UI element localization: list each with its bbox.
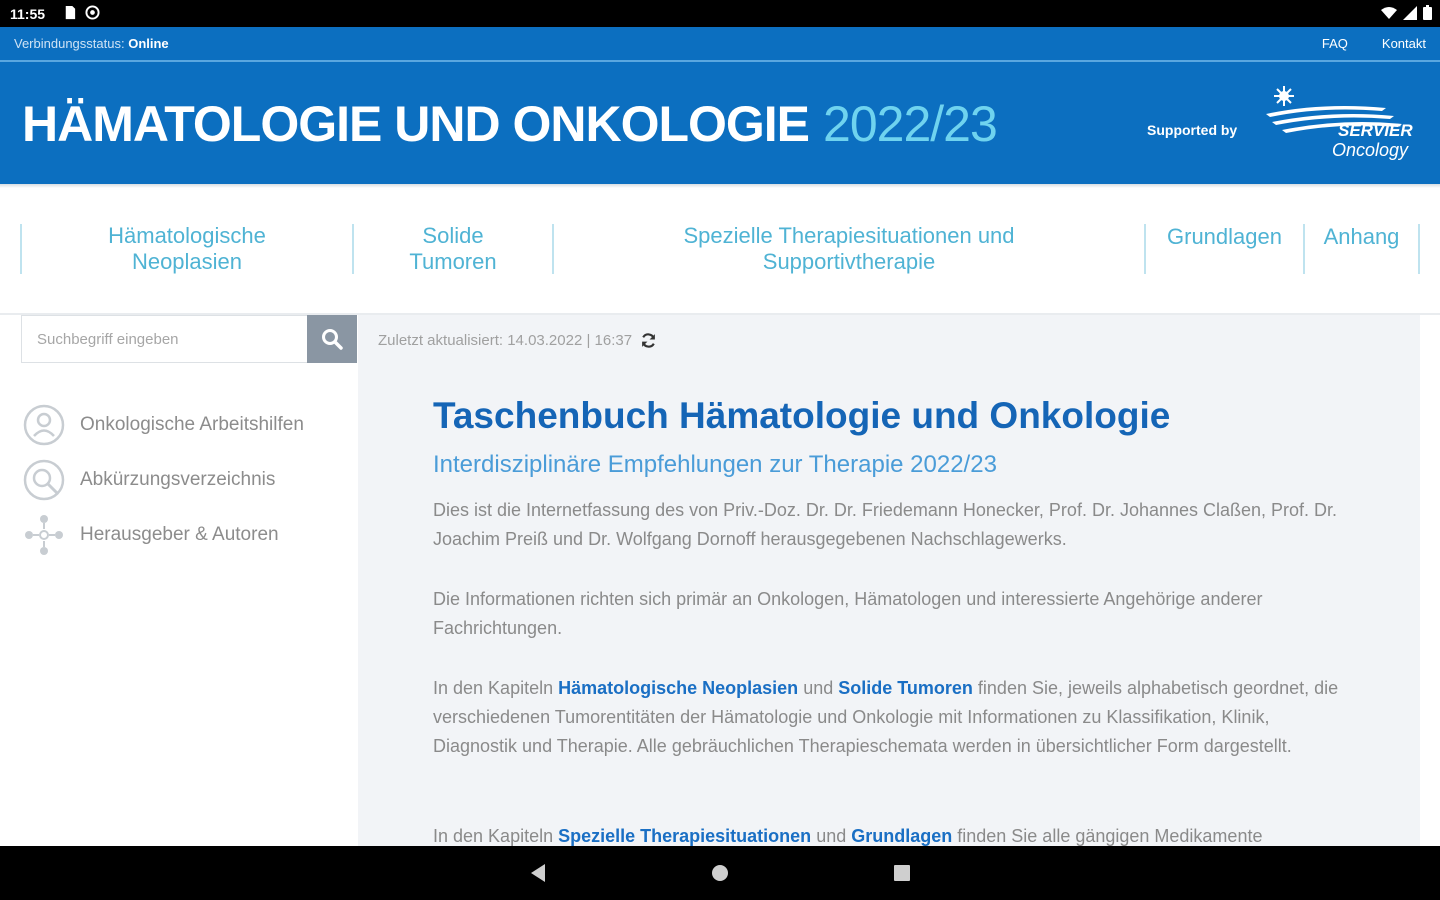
main-nav: Hämatologische Neoplasien Solide Tumoren S… — [0, 188, 1440, 314]
top-links: FAQ Kontakt — [1322, 36, 1426, 51]
sidebar-item-label: Abkürzungsverzeichnis — [80, 469, 276, 490]
recents-icon[interactable] — [893, 863, 911, 883]
magnifier-circle-icon — [23, 459, 65, 501]
person-circle-icon — [23, 404, 65, 446]
servier-logo: SERVIER Oncology — [1266, 86, 1413, 160]
nav-separator — [1418, 224, 1420, 274]
refresh-icon[interactable] — [640, 332, 657, 349]
link-solide-tumoren[interactable]: Solide Tumoren — [838, 678, 973, 698]
site-header: HÄMATOLOGIE UND ONKOLOGIE 2022/23 Support… — [0, 62, 1440, 184]
nav-label: Hämatologische — [108, 223, 266, 248]
text: In den Kapiteln — [433, 678, 559, 698]
signal-icon — [1403, 5, 1417, 20]
connection-value: Online — [128, 36, 169, 51]
nav-solide-tumoren[interactable]: Solide Tumoren — [354, 223, 552, 274]
site-title-year: 2022/23 — [823, 96, 998, 152]
search-icon — [322, 329, 343, 350]
sidebar-item-label: Onkologische Arbeitshilfen — [80, 414, 304, 435]
nav-label: Neoplasien — [131, 249, 243, 274]
link-spezielle-therapiesituationen[interactable]: Spezielle Therapiesituationen — [558, 826, 811, 846]
text: und — [798, 678, 839, 698]
nav-label: Tumoren — [409, 249, 497, 274]
text: und — [811, 826, 852, 846]
connection-bar: Verbindungsstatus: Online FAQ Kontakt — [0, 27, 1440, 61]
status-left-icons — [62, 5, 100, 20]
last-updated-text: Zuletzt aktualisiert: 14.03.2022 | 16:37 — [378, 332, 633, 349]
nav-anhang[interactable]: Anhang — [1305, 224, 1418, 274]
nav-label: Grundlagen — [1167, 224, 1282, 249]
people-network-icon — [25, 515, 63, 555]
logo-servier-text: SERVIER — [1338, 121, 1413, 140]
android-nav-bar — [0, 846, 1440, 900]
nav-grundlagen[interactable]: Grundlagen — [1146, 224, 1303, 274]
nav-label: Spezielle Therapiesituationen und — [683, 223, 1015, 248]
last-updated: Zuletzt aktualisiert: 14.03.2022 | 16:37 — [378, 332, 657, 349]
nav-label: Anhang — [1323, 224, 1400, 249]
main-content: Zuletzt aktualisiert: 14.03.2022 | 16:37… — [358, 315, 1420, 846]
nav-label: Solide — [422, 223, 484, 248]
back-icon[interactable] — [529, 863, 547, 883]
site-title-text: HÄMATOLOGIE UND ONKOLOGIE — [22, 96, 810, 152]
link-haematologische-neoplasien[interactable]: Hämatologische Neoplasien — [558, 678, 798, 698]
supported-by-label: Supported by — [1147, 122, 1238, 138]
text: In den Kapiteln — [433, 826, 559, 846]
page-title: Taschenbuch Hämatologie und Onkologie — [433, 395, 1171, 436]
home-icon[interactable] — [711, 863, 729, 883]
site-title[interactable]: HÄMATOLOGIE UND ONKOLOGIE 2022/23 — [22, 95, 998, 153]
status-time: 11:55 — [10, 6, 46, 22]
sidebar-item-herausgeber-autoren[interactable]: Herausgeber & Autoren — [22, 513, 342, 557]
page-subtitle: Interdisziplinäre Empfehlungen zur Thera… — [433, 451, 997, 478]
nav-haematologische-neoplasien[interactable]: Hämatologische Neoplasien — [22, 223, 352, 274]
intro-paragraph: Dies ist die Internetfassung des von Pri… — [433, 500, 1338, 549]
wifi-icon — [1381, 6, 1397, 19]
chapters-paragraph-2: In den Kapiteln Spezielle Therapiesituat… — [433, 822, 1353, 846]
sidebar-item-onkologische-arbeitshilfen[interactable]: Onkologische Arbeitshilfen — [22, 403, 342, 447]
sync-icon — [85, 5, 100, 20]
logo-oncology-text: Oncology — [1332, 140, 1409, 160]
text: finden Sie alle gängigen Medikamente — [952, 826, 1263, 846]
connection-status: Verbindungsstatus: Online — [14, 36, 169, 51]
sd-card-icon — [65, 5, 76, 20]
search-input[interactable] — [22, 316, 309, 362]
nav-label: Supportivtherapie — [762, 249, 936, 274]
nav-spezielle-therapiesituationen[interactable]: Spezielle Therapiesituationen und Support… — [554, 223, 1144, 274]
faq-link[interactable]: FAQ — [1322, 36, 1348, 51]
status-right-icons — [1381, 5, 1432, 20]
sidebar: Onkologische Arbeitshilfen Abkürzungsver… — [0, 315, 358, 846]
battery-icon — [1423, 5, 1432, 20]
sidebar-item-abkuerzungsverzeichnis[interactable]: Abkürzungsverzeichnis — [22, 458, 342, 502]
search-box — [21, 315, 357, 363]
connection-label: Verbindungsstatus: — [14, 36, 125, 51]
audience-paragraph: Die Informationen richten sich primär an… — [433, 589, 1263, 638]
sidebar-item-label: Herausgeber & Autoren — [80, 524, 279, 545]
link-grundlagen[interactable]: Grundlagen — [851, 826, 952, 846]
chapters-paragraph: In den Kapiteln Hämatologische Neoplasie… — [433, 674, 1353, 761]
search-button[interactable] — [307, 315, 357, 363]
status-bar: 11:55 — [0, 0, 1440, 27]
kontakt-link[interactable]: Kontakt — [1382, 36, 1426, 51]
right-margin — [1420, 315, 1440, 846]
